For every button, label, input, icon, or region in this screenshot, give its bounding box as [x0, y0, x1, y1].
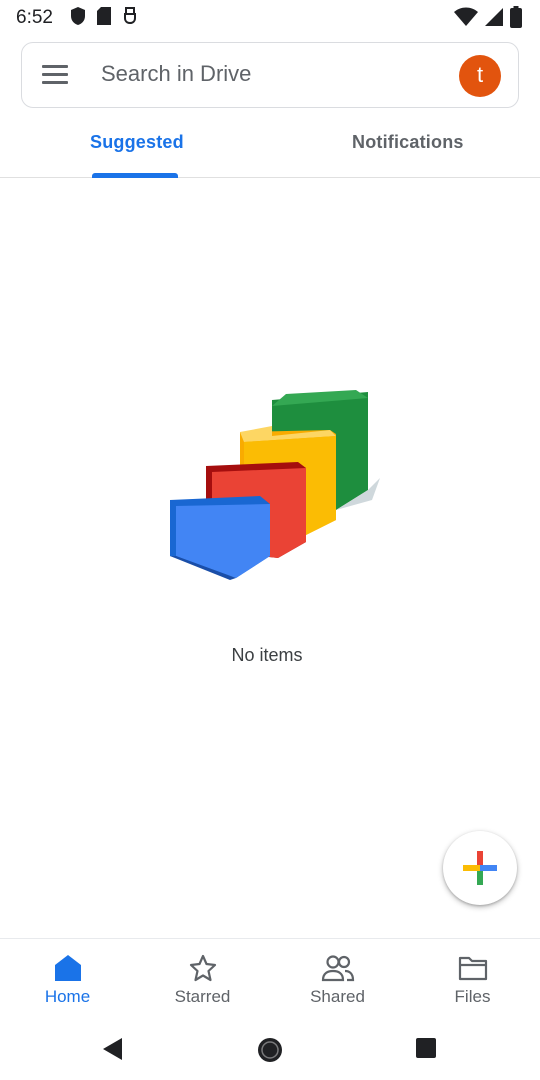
status-time: 6:52 — [16, 7, 53, 28]
plus-icon — [463, 851, 497, 885]
nav-home[interactable]: Home — [0, 939, 135, 1019]
battery-icon — [510, 6, 522, 33]
folders-illustration — [160, 380, 385, 585]
new-item-button[interactable] — [443, 831, 517, 905]
bottom-nav: Home Starred Shared Files — [0, 938, 540, 1018]
nav-starred-label: Starred — [174, 987, 231, 1006]
folder-icon — [457, 953, 489, 988]
search-input[interactable]: Search in Drive — [101, 61, 251, 87]
empty-state-message: No items — [231, 645, 303, 665]
avatar[interactable]: t — [459, 55, 501, 97]
nav-shared[interactable]: Shared — [270, 939, 405, 1019]
active-tab-indicator — [92, 173, 178, 178]
recents-icon[interactable] — [414, 1036, 438, 1065]
tab-suggested[interactable]: Suggested — [90, 132, 184, 153]
people-icon — [321, 953, 355, 988]
back-icon[interactable] — [100, 1036, 126, 1067]
nav-files-label: Files — [454, 987, 491, 1006]
shield-icon — [70, 6, 86, 31]
search-bar[interactable]: Search in Drive t — [21, 42, 519, 108]
status-bar: 6:52 — [0, 0, 540, 34]
nav-files[interactable]: Files — [405, 939, 540, 1019]
wifi-icon — [454, 7, 478, 32]
home-icon — [53, 953, 83, 988]
tab-notifications[interactable]: Notifications — [352, 132, 464, 153]
nav-shared-label: Shared — [310, 987, 365, 1006]
tab-bar: Suggested Notifications — [0, 122, 540, 178]
usb-icon — [122, 6, 138, 31]
home-circle-icon[interactable] — [256, 1036, 284, 1069]
signal-icon — [484, 7, 504, 32]
nav-starred[interactable]: Starred — [135, 939, 270, 1019]
star-icon — [188, 953, 218, 988]
nav-home-label: Home — [44, 987, 91, 1006]
sd-card-icon — [96, 6, 112, 31]
hamburger-menu-icon[interactable] — [42, 61, 76, 91]
system-nav-bar — [0, 1018, 540, 1080]
